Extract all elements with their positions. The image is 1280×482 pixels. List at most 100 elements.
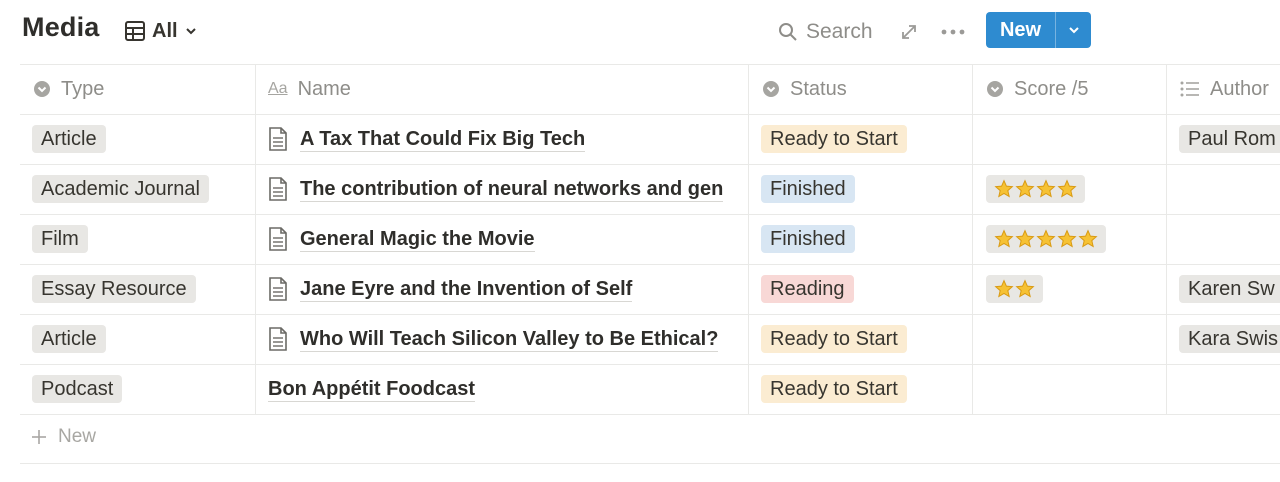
status-tag: Ready to Start bbox=[761, 375, 907, 403]
page-link[interactable]: Who Will Teach Silicon Valley to Be Ethi… bbox=[300, 327, 719, 352]
plus-icon bbox=[32, 430, 46, 444]
page-link[interactable]: Jane Eyre and the Invention of Self bbox=[300, 277, 633, 302]
page-title: Media bbox=[22, 12, 100, 42]
chevron-down-icon bbox=[1068, 27, 1079, 34]
list-property-icon bbox=[1180, 81, 1199, 97]
column-header-author[interactable]: Author bbox=[1180, 64, 1269, 114]
page-icon bbox=[269, 227, 287, 251]
cell-name[interactable]: The contribution of neural networks and … bbox=[268, 164, 746, 214]
cell-status[interactable]: Reading bbox=[761, 264, 854, 314]
page-icon bbox=[269, 277, 287, 301]
expand-button[interactable] bbox=[898, 14, 920, 50]
cell-author[interactable] bbox=[1179, 214, 1280, 264]
star-icon bbox=[1015, 279, 1035, 298]
status-tag: Ready to Start bbox=[761, 325, 907, 353]
divider bbox=[20, 64, 1280, 65]
new-button-group: New bbox=[986, 12, 1091, 48]
cell-type[interactable]: Article bbox=[32, 314, 106, 364]
column-header-name[interactable]: Aa Name bbox=[268, 64, 351, 114]
more-options-button[interactable] bbox=[940, 14, 966, 50]
new-button[interactable]: New bbox=[986, 12, 1055, 48]
star-icon bbox=[1036, 229, 1056, 248]
cell-name[interactable]: A Tax That Could Fix Big Tech bbox=[268, 114, 746, 164]
expand-icon bbox=[902, 25, 916, 39]
cell-name[interactable]: General Magic the Movie bbox=[268, 214, 746, 264]
page-link[interactable]: General Magic the Movie bbox=[300, 227, 535, 252]
divider bbox=[20, 414, 1280, 415]
cell-author[interactable] bbox=[1179, 364, 1280, 414]
column-header-score[interactable]: Score /5 bbox=[986, 64, 1088, 114]
type-tag: Film bbox=[32, 225, 88, 253]
column-header-type[interactable]: Type bbox=[33, 64, 104, 114]
divider bbox=[255, 64, 256, 415]
cell-status[interactable]: Finished bbox=[761, 164, 855, 214]
cell-score[interactable] bbox=[986, 164, 1085, 214]
chevron-down-icon bbox=[185, 28, 196, 35]
score-stars bbox=[986, 225, 1106, 253]
column-header-label: Status bbox=[790, 77, 847, 100]
search-label: Search bbox=[806, 20, 873, 43]
cell-type[interactable]: Article bbox=[32, 114, 106, 164]
page-icon bbox=[269, 327, 287, 351]
cell-status[interactable]: Finished bbox=[761, 214, 855, 264]
cell-score[interactable] bbox=[986, 264, 1043, 314]
cell-type[interactable]: Essay Resource bbox=[32, 264, 196, 314]
add-row-button[interactable]: New bbox=[30, 426, 96, 448]
cell-type[interactable]: Podcast bbox=[32, 364, 123, 414]
table-icon bbox=[125, 21, 145, 41]
add-row-label: New bbox=[58, 426, 97, 447]
column-header-label: Score /5 bbox=[1014, 77, 1089, 100]
cell-name[interactable]: Who Will Teach Silicon Valley to Be Ethi… bbox=[268, 314, 746, 364]
divider bbox=[748, 64, 749, 415]
divider bbox=[972, 64, 973, 415]
star-icon bbox=[1078, 229, 1098, 248]
page-link[interactable]: A Tax That Could Fix Big Tech bbox=[300, 127, 586, 152]
type-tag: Article bbox=[32, 125, 106, 153]
column-header-label: Type bbox=[61, 77, 105, 100]
cell-author[interactable]: Kara Swis bbox=[1179, 314, 1280, 364]
status-tag: Reading bbox=[761, 275, 854, 303]
page-link[interactable]: The contribution of neural networks and … bbox=[300, 177, 724, 202]
status-tag: Ready to Start bbox=[761, 125, 907, 153]
select-property-icon bbox=[34, 81, 50, 97]
star-icon bbox=[1015, 179, 1035, 198]
cell-author[interactable]: Paul Rom bbox=[1179, 114, 1280, 164]
type-tag: Essay Resource bbox=[32, 275, 196, 303]
score-stars bbox=[986, 175, 1085, 203]
cell-name[interactable]: Bon Appétit Foodcast bbox=[268, 364, 746, 414]
cell-author[interactable]: Karen Sw bbox=[1179, 264, 1280, 314]
page-icon bbox=[269, 177, 287, 201]
star-icon bbox=[1015, 229, 1035, 248]
search-button[interactable]: Search bbox=[778, 14, 873, 50]
new-dropdown-button[interactable] bbox=[1056, 12, 1091, 48]
page-icon bbox=[269, 127, 287, 151]
cell-status[interactable]: Ready to Start bbox=[761, 114, 907, 164]
column-header-label: Name bbox=[297, 77, 351, 100]
text-property-icon: Aa bbox=[268, 80, 288, 97]
type-tag: Podcast bbox=[32, 375, 123, 403]
star-icon bbox=[994, 279, 1014, 298]
search-icon bbox=[779, 23, 797, 41]
type-tag: Article bbox=[32, 325, 106, 353]
cell-author[interactable] bbox=[1179, 164, 1280, 214]
status-tag: Finished bbox=[761, 225, 855, 253]
score-stars bbox=[986, 275, 1043, 303]
cell-type[interactable]: Academic Journal bbox=[32, 164, 209, 214]
view-switcher[interactable]: All bbox=[124, 17, 198, 45]
status-tag: Finished bbox=[761, 175, 855, 203]
star-icon bbox=[1036, 179, 1056, 198]
cell-score[interactable] bbox=[986, 214, 1106, 264]
star-icon bbox=[1057, 179, 1077, 198]
star-icon bbox=[994, 179, 1014, 198]
author-tag: Kara Swis bbox=[1179, 325, 1280, 353]
cell-type[interactable]: Film bbox=[32, 214, 88, 264]
more-icon bbox=[941, 29, 965, 35]
cell-name[interactable]: Jane Eyre and the Invention of Self bbox=[268, 264, 746, 314]
cell-status[interactable]: Ready to Start bbox=[761, 314, 907, 364]
cell-status[interactable]: Ready to Start bbox=[761, 364, 907, 414]
column-header-label: Author bbox=[1210, 77, 1269, 100]
page-link[interactable]: Bon Appétit Foodcast bbox=[268, 377, 476, 402]
author-tag: Paul Rom bbox=[1179, 125, 1280, 153]
column-header-status[interactable]: Status bbox=[762, 64, 847, 114]
select-property-icon bbox=[763, 81, 779, 97]
